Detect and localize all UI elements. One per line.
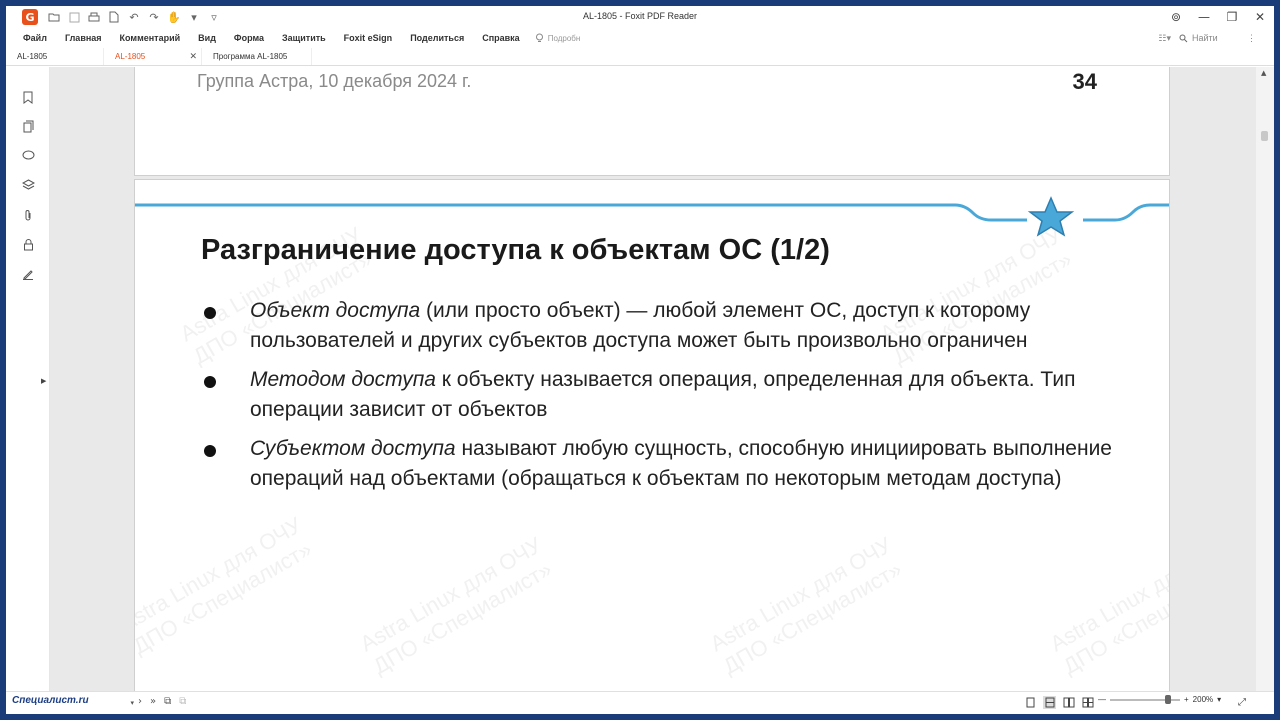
save-icon[interactable] — [66, 9, 82, 25]
open-folder-icon[interactable] — [46, 9, 62, 25]
scrollbar-thumb[interactable] — [1261, 131, 1268, 141]
copy-page-icon[interactable]: ⧉ — [164, 696, 171, 707]
bullet-term: Субъектом доступа — [250, 437, 456, 460]
layout-options-icon[interactable]: ☷▾ — [1158, 33, 1171, 44]
dropdown-chevron-icon[interactable]: ▾ — [186, 9, 202, 25]
title-bar: G ↶ ↷ ✋ ▾ ▿ AL-1805 - Foxit PDF Reader ⊚… — [6, 6, 1274, 28]
menu-item-help[interactable]: Справка — [473, 33, 528, 43]
redo-icon[interactable]: ↷ — [146, 9, 162, 25]
menu-right-tools: ☷▾ Найти ⋮ — [1158, 28, 1256, 48]
slide-title: Разграничение доступа к объектам ОС (1/2… — [201, 234, 830, 266]
security-lock-icon[interactable] — [20, 236, 36, 252]
minimize-icon[interactable]: — — [1190, 6, 1218, 28]
previous-page: Группа Астра, 10 декабря 2024 г. 34 — [135, 67, 1169, 175]
page-selector[interactable]: ▾ — [78, 696, 134, 710]
menu-item-view[interactable]: Вид — [189, 33, 225, 43]
page-number: 34 — [1072, 69, 1097, 94]
continuous-facing-view-icon[interactable] — [1081, 696, 1094, 709]
document-tab-bar: AL-1805 AL-1805 ✕ Программа AL-1805 — [6, 48, 1274, 66]
comments-icon[interactable] — [20, 147, 36, 163]
facing-view-icon[interactable] — [1062, 696, 1075, 709]
watermark: Astra Linux для ОЧУДПО «Специалист» — [355, 532, 556, 679]
menu-item-share[interactable]: Поделиться — [401, 33, 473, 43]
tab-al-1805-active[interactable]: AL-1805 ✕ — [104, 48, 202, 65]
tab-label: AL-1805 — [17, 52, 48, 61]
menu-item-protect[interactable]: Защитить — [273, 33, 335, 43]
restore-icon[interactable]: ❐ — [1218, 6, 1246, 28]
find-box[interactable]: Найти — [1179, 33, 1239, 43]
layers-icon[interactable] — [20, 177, 36, 193]
zoom-dropdown-icon[interactable]: ▾ — [1217, 695, 1221, 704]
zoom-in-icon[interactable]: + — [1184, 695, 1189, 704]
lightbulb-icon — [535, 33, 543, 42]
list-item: Субъектом доступа называют любую сущност… — [201, 434, 1121, 494]
watermark: Astra Linux для ОЧУДПО «Специалист» — [705, 532, 906, 679]
menu-bar: Файл Главная Комментарий Вид Форма Защит… — [6, 28, 1274, 48]
list-item: Методом доступа к объекту называется опе… — [201, 365, 1121, 425]
customize-toolbar-icon[interactable]: ▿ — [206, 9, 222, 25]
tell-me-label: Подробн — [547, 33, 581, 43]
undo-icon[interactable]: ↶ — [126, 9, 142, 25]
menu-item-home[interactable]: Главная — [56, 33, 111, 43]
left-nav-panel: ▶ — [6, 67, 50, 691]
page-header-text: Группа Астра, 10 декабря 2024 г. — [197, 71, 472, 91]
tab-program[interactable]: Программа AL-1805 — [202, 48, 312, 65]
next-page-icon[interactable]: › — [138, 696, 142, 707]
print-icon[interactable] — [86, 9, 102, 25]
menu-item-esign[interactable]: Foxit eSign — [335, 33, 402, 43]
pages-icon[interactable] — [20, 118, 36, 134]
status-bar: Специалист.ru ▾ › » ⧉ ⧉ — + 200% ▾ ⤢ — [6, 691, 1274, 714]
last-page-icon[interactable]: » — [150, 696, 156, 707]
page-navigation: › » ⧉ ⧉ — [138, 696, 186, 707]
attachment-icon[interactable] — [20, 207, 36, 223]
bookmark-icon[interactable] — [20, 89, 36, 105]
find-placeholder: Найти — [1192, 33, 1218, 43]
app-logo[interactable]: G — [22, 9, 38, 25]
zoom-out-icon[interactable]: — — [1098, 695, 1106, 704]
window-controls: ⊚ — ❐ ✕ — [1162, 6, 1274, 28]
pdf-reader-window: G ↶ ↷ ✋ ▾ ▿ AL-1805 - Foxit PDF Reader ⊚… — [6, 6, 1274, 714]
tab-label: AL-1805 — [115, 52, 146, 61]
tab-al-1805-first[interactable]: AL-1805 — [6, 48, 104, 65]
document-canvas[interactable]: Группа Астра, 10 декабря 2024 г. 34 Astr… — [50, 67, 1256, 691]
bullet-term: Методом доступа — [250, 368, 436, 391]
signature-icon[interactable] — [20, 266, 36, 282]
watermark: Astra Linux для ОЧУДПО «Специалист» — [1045, 532, 1169, 679]
tab-close-icon[interactable]: ✕ — [189, 52, 197, 62]
zoom-slider[interactable] — [1110, 694, 1180, 704]
expand-panel-arrow-icon[interactable]: ▶ — [41, 377, 46, 385]
find-options-icon[interactable]: ⋮ — [1247, 33, 1256, 44]
tab-label: Программа AL-1805 — [213, 52, 288, 61]
quick-access-toolbar: ↶ ↷ ✋ ▾ ▿ — [46, 9, 222, 25]
menu-item-comment[interactable]: Комментарий — [111, 33, 190, 43]
menu-item-file[interactable]: Файл — [6, 33, 56, 43]
menu-item-form[interactable]: Форма — [225, 33, 273, 43]
document-icon[interactable] — [106, 9, 122, 25]
duplicate-icon[interactable]: ⧉ — [179, 696, 186, 707]
bullet-list: Объект доступа (или просто объект) — люб… — [201, 296, 1121, 503]
tell-me-search[interactable]: Подробн — [535, 33, 581, 43]
vertical-scrollbar[interactable]: ▲ — [1256, 67, 1274, 691]
zoom-level[interactable]: 200% — [1193, 695, 1213, 704]
account-icon[interactable]: ⊚ — [1162, 6, 1190, 28]
continuous-view-icon[interactable] — [1043, 696, 1056, 709]
fit-page-icon[interactable]: ⤢ — [1238, 697, 1246, 708]
zoom-slider-knob[interactable] — [1165, 694, 1171, 704]
hand-tool-icon[interactable]: ✋ — [166, 9, 182, 25]
bullet-term: Объект доступа — [250, 299, 421, 322]
zoom-control: — + 200% ▾ — [1098, 694, 1221, 704]
slide-page: Astra Linux для ОЧУ ДПО «Специалист» Astr… — [135, 180, 1169, 691]
close-icon[interactable]: ✕ — [1246, 6, 1274, 28]
dropdown-chevron-icon: ▾ — [130, 699, 134, 707]
view-mode-buttons — [1024, 696, 1094, 709]
list-item: Объект доступа (или просто объект) — люб… — [201, 296, 1121, 356]
single-page-view-icon[interactable] — [1024, 696, 1037, 709]
decorative-header-line — [135, 196, 1169, 237]
search-icon — [1179, 34, 1188, 42]
watermark: Astra Linux для ОЧУДПО «Специалист» — [135, 512, 316, 659]
scroll-up-arrow-icon[interactable]: ▲ — [1261, 69, 1266, 77]
